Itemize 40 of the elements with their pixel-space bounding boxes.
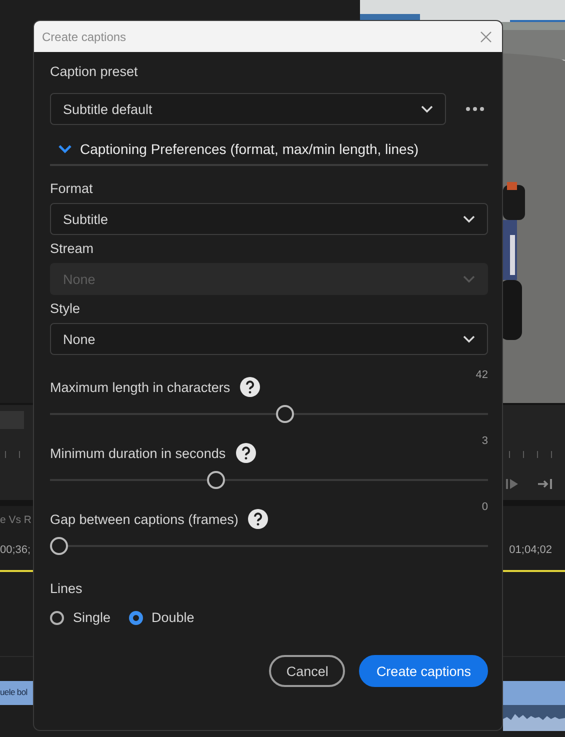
step-forward-icon[interactable]	[505, 478, 519, 490]
field-label: Lines	[50, 581, 84, 596]
help-icon[interactable]	[236, 443, 256, 463]
slider-value: 42	[476, 369, 488, 381]
slider-thumb[interactable]	[50, 537, 68, 555]
more-icon[interactable]	[466, 107, 484, 111]
chevron-icon[interactable]	[58, 144, 72, 154]
radio-option[interactable]: Single	[50, 610, 111, 625]
help-icon[interactable]	[240, 377, 260, 397]
dialog-title: Create captions	[42, 30, 126, 44]
chevron-down-icon	[463, 215, 475, 223]
help-icon[interactable]	[248, 509, 268, 529]
dropdown[interactable]: None	[50, 323, 488, 355]
timecode: 01;04;02	[509, 544, 552, 558]
preset-dropdown[interactable]: Subtitle default	[50, 93, 446, 125]
section-header[interactable]: Captioning Preferences (format, max/min length, lines)	[50, 141, 488, 166]
slider-thumb[interactable]	[206, 471, 225, 489]
slider-label: Minimum duration in seconds	[50, 446, 226, 460]
go-to-out-icon[interactable]	[537, 478, 553, 490]
slider-track[interactable]	[50, 537, 488, 555]
field-label: Caption preset	[50, 64, 139, 79]
cancel-button[interactable]: Cancel	[269, 655, 346, 687]
field-label: Stream	[50, 241, 95, 256]
audio-waveform	[503, 705, 565, 731]
field-label: Style	[50, 301, 82, 316]
dropdown[interactable]: Subtitle	[50, 203, 488, 235]
create-button[interactable]: Create captions	[359, 655, 488, 687]
radio-option[interactable]: Double	[128, 610, 194, 625]
timecode: 00;36;	[0, 544, 31, 558]
slider-value: 0	[482, 501, 488, 513]
slider-track[interactable]	[50, 471, 488, 489]
slider-thumb[interactable]	[276, 405, 294, 423]
slider-track[interactable]	[50, 405, 488, 423]
slider-label: Maximum length in characters	[50, 380, 230, 394]
slider-label: Gap between captions (frames)	[50, 512, 238, 526]
chevron-down-icon	[463, 275, 475, 283]
field-label: Format	[50, 181, 94, 196]
chevron-down-icon	[421, 105, 433, 113]
slider-value: 3	[482, 435, 488, 447]
chevron-down-icon	[463, 335, 475, 343]
